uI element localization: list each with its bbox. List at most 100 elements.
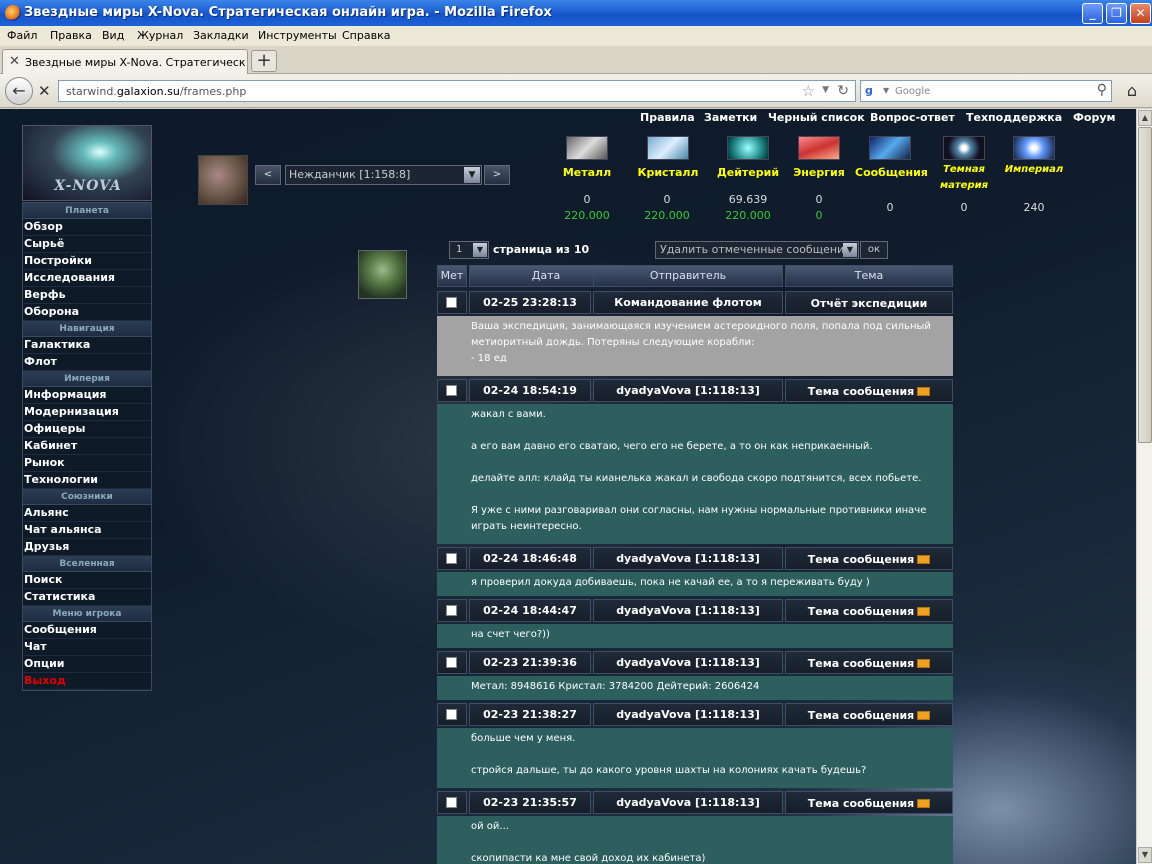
menu-item[interactable]: Сырьё	[23, 236, 151, 253]
delete-action-select[interactable]: Удалить отмеченные сообщения ▼	[655, 241, 859, 259]
menu-item[interactable]: Кабинет	[23, 438, 151, 455]
menu-item[interactable]: Оборона	[23, 304, 151, 321]
menu-item[interactable]: Технологии	[23, 472, 151, 489]
menu-bookmarks[interactable]: Закладки	[193, 29, 249, 42]
reply-mail-icon[interactable]	[917, 799, 931, 808]
chevron-down-icon[interactable]: ▼	[464, 167, 480, 183]
scroll-up-icon[interactable]: ▲	[1138, 110, 1152, 126]
url-bar[interactable]: starwind.galaxion.su/frames.php ☆ ▼ ↻	[58, 80, 856, 102]
tab-active[interactable]: ✕ Звездные миры X-Nova. Стратегическая .…	[2, 49, 248, 74]
menu-tools[interactable]: Инструменты	[258, 29, 337, 42]
menu-help[interactable]: Справка	[342, 29, 390, 42]
menu-item[interactable]: Исследования	[23, 270, 151, 287]
menu-item[interactable]: Сообщения	[23, 622, 151, 639]
message-sender[interactable]: dyadyaVova [1:118:13]	[593, 651, 783, 674]
menu-item[interactable]: Выход	[23, 673, 151, 690]
search-icon[interactable]: ⚲	[1097, 82, 1107, 98]
page-select[interactable]: 1 ▼	[449, 241, 489, 259]
message-subject-cell[interactable]: Тема сообщения	[785, 703, 953, 726]
link-faq[interactable]: Вопрос-ответ	[870, 111, 955, 124]
google-icon[interactable]: g	[865, 84, 880, 99]
column-header-sender[interactable]: Отправитель	[593, 265, 783, 287]
menu-item[interactable]: Поиск	[23, 572, 151, 589]
message-checkbox[interactable]	[446, 797, 457, 808]
close-button[interactable]: ✕	[1130, 3, 1151, 24]
message-checkbox[interactable]	[446, 657, 457, 668]
message-sender[interactable]: dyadyaVova [1:118:13]	[593, 703, 783, 726]
menu-item[interactable]: Обзор	[23, 219, 151, 236]
message-subject-cell[interactable]: Тема сообщения	[785, 599, 953, 622]
message-subject-cell[interactable]: Тема сообщения	[785, 651, 953, 674]
message-subject-cell[interactable]: Отчёт экспедиции	[785, 291, 953, 314]
message-subject-cell[interactable]: Тема сообщения	[785, 379, 953, 402]
menu-item[interactable]: Информация	[23, 387, 151, 404]
message-subject-cell[interactable]: Тема сообщения	[785, 547, 953, 570]
link-forum[interactable]: Форум	[1073, 111, 1116, 124]
search-engine-dropdown-icon[interactable]: ▼	[883, 86, 889, 95]
chevron-down-icon[interactable]: ▼	[473, 243, 487, 257]
reply-mail-icon[interactable]	[917, 659, 931, 668]
message-line	[471, 835, 949, 851]
planet-select[interactable]: Нежданчик [1:158:8] ▼	[285, 165, 482, 185]
menu-file[interactable]: Файл	[7, 29, 37, 42]
game-logo[interactable]: X-NOVA	[22, 125, 152, 201]
planet-prev-button[interactable]: <	[255, 165, 281, 185]
menu-item[interactable]: Альянс	[23, 505, 151, 522]
scrollbar-thumb[interactable]	[1138, 127, 1152, 443]
new-tab-button[interactable]: +	[251, 50, 277, 72]
menu-history[interactable]: Журнал	[137, 29, 183, 42]
avatar[interactable]	[358, 250, 407, 299]
menu-item[interactable]: Галактика	[23, 337, 151, 354]
message-checkbox[interactable]	[446, 553, 457, 564]
message-sender[interactable]: dyadyaVova [1:118:13]	[593, 791, 783, 814]
link-blacklist[interactable]: Черный список	[768, 111, 865, 124]
message-subject-cell[interactable]: Тема сообщения	[785, 791, 953, 814]
menu-item[interactable]: Верфь	[23, 287, 151, 304]
link-notes[interactable]: Заметки	[704, 111, 757, 124]
chevron-down-icon[interactable]: ▼	[843, 243, 857, 257]
page-scrollbar[interactable]: ▲ ▼	[1136, 109, 1152, 864]
minimize-button[interactable]: _	[1082, 3, 1103, 24]
message-sender[interactable]: dyadyaVova [1:118:13]	[593, 547, 783, 570]
message-sender[interactable]: Командование флотом	[593, 291, 783, 314]
message-checkbox[interactable]	[446, 297, 457, 308]
search-bar[interactable]: g ▼ Google ⚲	[860, 80, 1112, 102]
menu-edit[interactable]: Правка	[50, 29, 92, 42]
resource-messages[interactable]: Сообщения	[855, 136, 928, 181]
menu-view[interactable]: Вид	[102, 29, 124, 42]
home-icon[interactable]: ⌂	[1120, 81, 1144, 103]
menu-item[interactable]: Офицеры	[23, 421, 151, 438]
planet-next-button[interactable]: >	[484, 165, 510, 185]
bookmark-star-icon[interactable]: ☆	[802, 82, 815, 100]
message-sender[interactable]: dyadyaVova [1:118:13]	[593, 599, 783, 622]
menu-item[interactable]: Постройки	[23, 253, 151, 270]
message-checkbox[interactable]	[446, 709, 457, 720]
reload-icon[interactable]: ↻	[837, 83, 849, 99]
message-sender[interactable]: dyadyaVova [1:118:13]	[593, 379, 783, 402]
url-dropdown-icon[interactable]: ▼	[822, 85, 829, 95]
menu-item[interactable]: Рынок	[23, 455, 151, 472]
link-support[interactable]: Техподдержка	[966, 111, 1062, 124]
link-rules[interactable]: Правила	[640, 111, 695, 124]
menu-item[interactable]: Чат	[23, 639, 151, 656]
menu-item[interactable]: Статистика	[23, 589, 151, 606]
scroll-down-icon[interactable]: ▼	[1138, 847, 1152, 863]
reply-mail-icon[interactable]	[917, 387, 931, 396]
message-checkbox[interactable]	[446, 385, 457, 396]
resource-name: Металл	[562, 166, 612, 179]
menu-item[interactable]: Чат альянса	[23, 522, 151, 539]
back-button[interactable]: ←	[5, 77, 33, 105]
menu-item[interactable]: Флот	[23, 354, 151, 371]
menu-item[interactable]: Опции	[23, 656, 151, 673]
ok-button[interactable]: ок	[860, 241, 888, 259]
reply-mail-icon[interactable]	[917, 711, 931, 720]
menu-item[interactable]: Модернизация	[23, 404, 151, 421]
reply-mail-icon[interactable]	[917, 555, 931, 564]
column-header-subject[interactable]: Тема	[785, 265, 953, 287]
planet-image[interactable]	[198, 155, 248, 205]
message-checkbox[interactable]	[446, 605, 457, 616]
maximize-button[interactable]: ❐	[1106, 3, 1127, 24]
reply-mail-icon[interactable]	[917, 607, 931, 616]
stop-icon[interactable]: ✕	[38, 82, 51, 100]
menu-item[interactable]: Друзья	[23, 539, 151, 556]
